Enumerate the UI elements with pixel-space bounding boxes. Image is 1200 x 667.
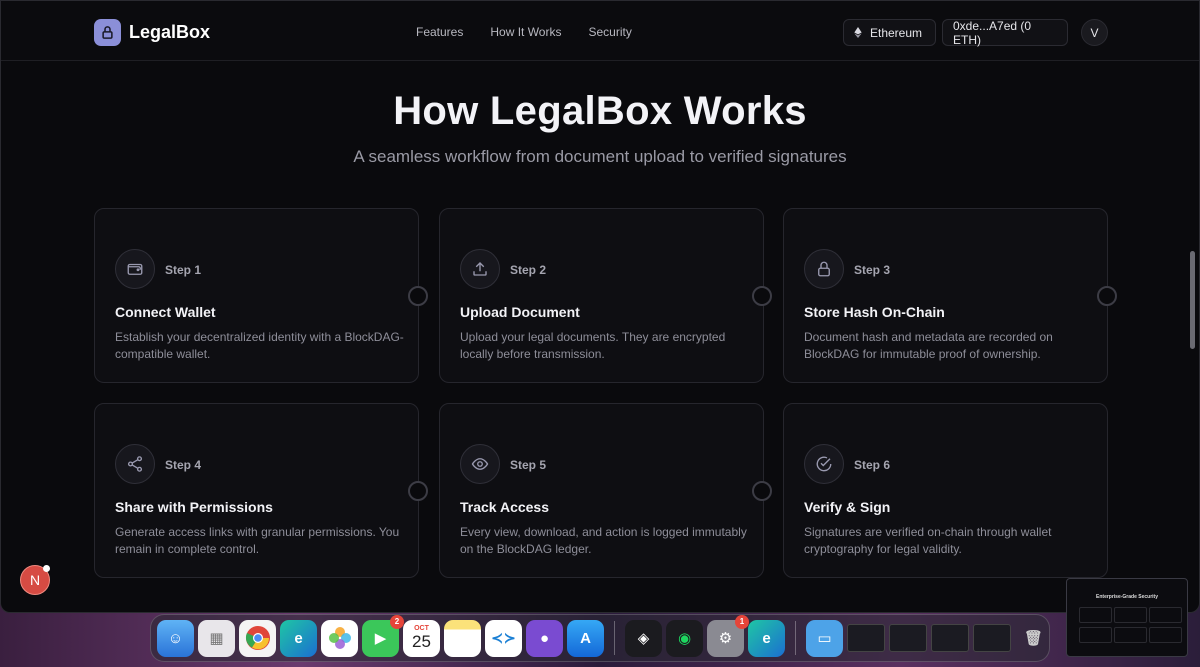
- notification-dot: [43, 565, 50, 572]
- eye-icon: [460, 444, 500, 484]
- facetime-icon[interactable]: ▶ 2: [362, 614, 404, 657]
- browser-window: LegalBox Features How It Works Security …: [0, 0, 1200, 613]
- thumbnail-card: [1114, 607, 1147, 623]
- step-card-1: Step 1 Connect Wallet Establish your dec…: [94, 208, 419, 383]
- dock-separator: [614, 621, 615, 655]
- network-label: Ethereum: [870, 25, 923, 40]
- calendar-month: OCT: [414, 624, 429, 632]
- step-description: Document hash and metadata are recorded …: [804, 330, 1053, 361]
- launchpad-icon[interactable]: ▦: [198, 619, 235, 657]
- step-title: Store Hash On-Chain: [804, 304, 945, 320]
- page-title: How LegalBox Works: [393, 89, 807, 133]
- nav-link-security[interactable]: Security: [588, 25, 631, 39]
- macos-dock: ☺ ▦ e ▶ 2 OCT 25 ≺≻ ● A ◈ ◉ ⚙ 1 e ▭ 🗑: [150, 614, 1050, 662]
- top-navbar: LegalBox Features How It Works Security …: [1, 1, 1199, 61]
- step-card-3: Step 3 Store Hash On-Chain Document hash…: [783, 208, 1108, 383]
- share-icon: [115, 444, 155, 484]
- vscode-icon[interactable]: ≺≻: [485, 619, 522, 657]
- thumbnail-card: [1079, 627, 1112, 643]
- minimized-window[interactable]: [889, 624, 927, 652]
- nav-link-features[interactable]: Features: [416, 25, 463, 39]
- step-label: Step 3: [854, 263, 891, 277]
- edge-beta-icon[interactable]: e: [748, 619, 785, 657]
- upload-icon: [460, 249, 500, 289]
- settings-badge: 1: [735, 614, 749, 629]
- step-connector-dot: [752, 286, 772, 306]
- step-card-2: Step 2 Upload Document Upload your legal…: [439, 208, 764, 383]
- step-card-5: Step 5 Track Access Every view, download…: [439, 403, 764, 578]
- downloads-folder-icon[interactable]: ▭: [806, 619, 843, 657]
- step-description: Every view, download, and action is logg…: [460, 525, 747, 556]
- step-title: Verify & Sign: [804, 499, 891, 515]
- calendar-day: 25: [412, 631, 431, 651]
- brand-logo[interactable]: LegalBox: [94, 19, 210, 46]
- nav-link-how-it-works[interactable]: How It Works: [490, 25, 561, 39]
- step-connector-dot: [752, 481, 772, 501]
- wallet-icon: [115, 249, 155, 289]
- step-title: Upload Document: [460, 304, 580, 320]
- step-label: Step 4: [165, 458, 202, 472]
- step-description: Generate access links with granular perm…: [115, 525, 400, 556]
- step-title: Connect Wallet: [115, 304, 216, 320]
- window-preview-thumbnail[interactable]: Enterprise-Grade Security: [1066, 578, 1188, 657]
- dock-separator: [795, 621, 796, 655]
- step-label: Step 6: [854, 458, 891, 472]
- notes-icon[interactable]: [444, 619, 481, 657]
- ethereum-icon: [854, 27, 862, 38]
- spotify-icon[interactable]: ◉: [666, 619, 703, 657]
- facetime-badge: 2: [390, 614, 404, 629]
- github-desktop-icon[interactable]: ●: [526, 619, 563, 657]
- step-label: Step 2: [510, 263, 547, 277]
- floating-n-label: N: [29, 572, 41, 588]
- lock-logo-icon: [94, 19, 121, 46]
- step-connector-dot: [408, 481, 428, 501]
- finder-icon[interactable]: ☺: [157, 619, 194, 657]
- user-avatar[interactable]: V: [1081, 19, 1108, 46]
- step-description: Signatures are verified on-chain through…: [804, 525, 1052, 556]
- step-label: Step 5: [510, 458, 547, 472]
- thumbnail-card: [1149, 627, 1182, 643]
- step-description: Establish your decentralized identity wi…: [115, 330, 404, 361]
- calendar-icon[interactable]: OCT 25: [403, 619, 440, 657]
- step-title: Track Access: [460, 499, 549, 515]
- page-scrollbar[interactable]: [1190, 251, 1195, 349]
- thumbnail-title: Enterprise-Grade Security: [1096, 594, 1158, 600]
- step-card-4: Step 4 Share with Permissions Generate a…: [94, 403, 419, 578]
- nav-links: Features How It Works Security: [416, 25, 632, 39]
- minimized-window[interactable]: [973, 624, 1011, 652]
- step-label: Step 1: [165, 263, 202, 277]
- step-title: Share with Permissions: [115, 499, 273, 515]
- wallet-address-button[interactable]: 0xde...A7ed (0 ETH): [942, 18, 1068, 47]
- check-circle-icon: [804, 444, 844, 484]
- minimized-window[interactable]: [847, 624, 885, 652]
- avatar-initial: V: [1090, 25, 1099, 40]
- step-connector-dot: [1097, 286, 1117, 306]
- step-card-6: Step 6 Verify & Sign Signatures are veri…: [783, 403, 1108, 578]
- step-description: Upload your legal documents. They are en…: [460, 330, 726, 361]
- thumbnail-card: [1079, 607, 1112, 623]
- network-selector-button[interactable]: Ethereum: [843, 19, 936, 46]
- brand-name: LegalBox: [129, 22, 211, 42]
- minimized-window[interactable]: [931, 624, 969, 652]
- step-connector-dot: [408, 286, 428, 306]
- thumbnail-card: [1114, 627, 1147, 643]
- edge-icon[interactable]: e: [280, 619, 317, 657]
- wallet-address-label: 0xde...A7ed (0 ETH): [953, 18, 1032, 47]
- system-settings-icon[interactable]: ⚙ 1: [707, 614, 749, 657]
- chrome-icon[interactable]: [239, 619, 276, 657]
- lock-icon: [804, 249, 844, 289]
- trash-icon[interactable]: 🗑: [1015, 620, 1052, 657]
- page-subtitle: A seamless workflow from document upload…: [353, 147, 847, 166]
- photos-icon[interactable]: [321, 619, 358, 657]
- app-store-icon[interactable]: A: [567, 619, 604, 657]
- cube-app-icon[interactable]: ◈: [625, 619, 662, 657]
- thumbnail-card: [1149, 607, 1182, 623]
